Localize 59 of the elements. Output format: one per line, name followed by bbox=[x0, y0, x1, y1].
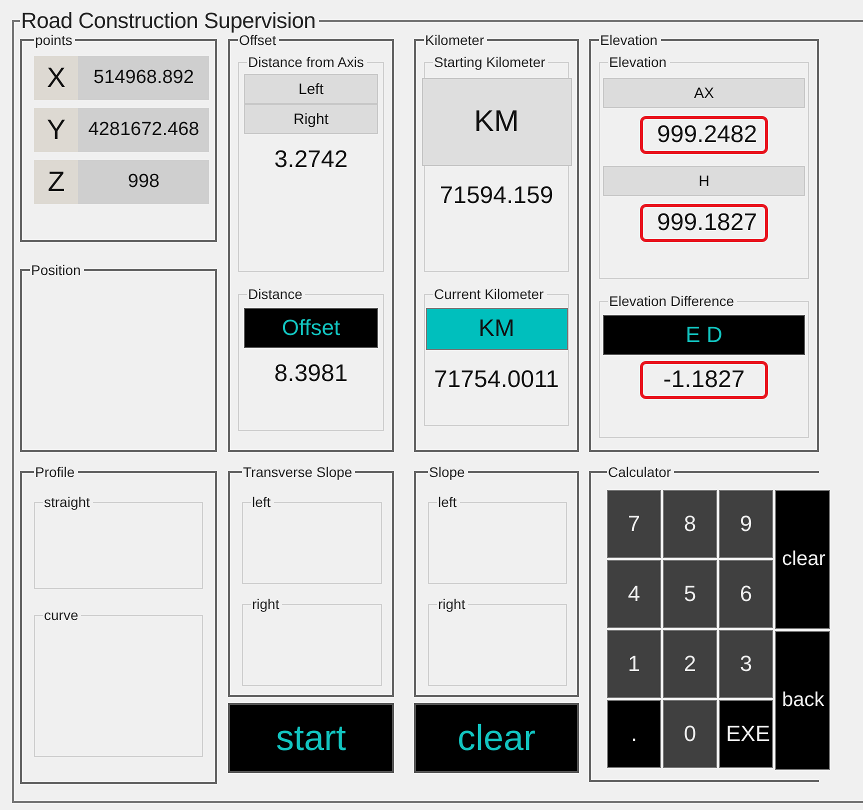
axis-label: X bbox=[34, 56, 78, 100]
group-title: Distance bbox=[247, 286, 304, 302]
group-title: left bbox=[251, 494, 272, 510]
group-title: Elevation bbox=[599, 32, 659, 48]
calculator-key[interactable]: 9 bbox=[719, 490, 773, 558]
group-title: Kilometer bbox=[424, 32, 486, 48]
group-title: Elevation bbox=[608, 54, 668, 70]
offset-button[interactable]: Offset bbox=[244, 308, 378, 348]
coordinate-value: 514968.892 bbox=[78, 56, 209, 100]
calculator-key[interactable]: clear bbox=[775, 490, 830, 629]
group-title: straight bbox=[43, 494, 91, 510]
calculator-key[interactable]: 0 bbox=[663, 700, 717, 768]
calculator-key[interactable]: . bbox=[607, 700, 661, 768]
elevation-button[interactable]: H bbox=[603, 166, 805, 196]
group-title: Transverse Slope bbox=[242, 464, 354, 480]
elevation-value: 999.1827 bbox=[640, 204, 768, 242]
calculator-key[interactable]: 1 bbox=[607, 630, 661, 698]
group-title: Slope bbox=[428, 464, 466, 480]
group-title: right bbox=[251, 596, 280, 612]
calculator-key[interactable]: 4 bbox=[607, 560, 661, 628]
group-title: Distance from Axis bbox=[247, 54, 365, 70]
calculator-key[interactable]: back bbox=[775, 631, 830, 770]
kilometer-value: 71594.159 bbox=[440, 182, 554, 210]
calculator-key[interactable]: 5 bbox=[663, 560, 717, 628]
group-title: Calculator bbox=[607, 464, 672, 480]
group-title: points bbox=[34, 32, 74, 48]
calculator-key[interactable]: EXE bbox=[719, 700, 773, 768]
group-title: curve bbox=[43, 607, 80, 623]
elevation-value: 999.2482 bbox=[640, 116, 768, 154]
group-title: Offset bbox=[239, 32, 276, 48]
calculator-key[interactable]: 2 bbox=[663, 630, 717, 698]
left-button[interactable]: Left bbox=[244, 74, 378, 104]
group-title: Starting Kilometer bbox=[433, 54, 546, 70]
elevation-button[interactable]: AX bbox=[603, 78, 805, 108]
group-title: right bbox=[437, 596, 466, 612]
difference-value: -1.1827 bbox=[640, 361, 768, 399]
group-title: Position bbox=[30, 262, 82, 278]
offset-value: 8.3981 bbox=[274, 360, 348, 388]
km-button[interactable]: KM bbox=[426, 308, 568, 350]
distance-value: 3.2742 bbox=[274, 146, 348, 174]
right-button[interactable]: Right bbox=[244, 104, 378, 134]
axis-label: Z bbox=[34, 160, 78, 204]
clear-button[interactable]: clear bbox=[414, 703, 579, 773]
group-title: Elevation Difference bbox=[608, 293, 736, 309]
ed-button[interactable]: E D bbox=[603, 315, 805, 355]
coordinate-value: 998 bbox=[78, 160, 209, 204]
group-title: Current Kilometer bbox=[433, 286, 545, 302]
group-title: Profile bbox=[34, 464, 76, 480]
calculator-key[interactable]: 3 bbox=[719, 630, 773, 698]
window-title: Road Construction Supervision bbox=[20, 8, 317, 34]
axis-label: Y bbox=[34, 108, 78, 152]
coordinate-value: 4281672.468 bbox=[78, 108, 209, 152]
kilometer-value: 71754.0011 bbox=[434, 366, 559, 394]
km-button[interactable]: KM bbox=[422, 78, 572, 166]
calculator-key[interactable]: 8 bbox=[663, 490, 717, 558]
calculator-key[interactable]: 6 bbox=[719, 560, 773, 628]
calculator-key[interactable]: 7 bbox=[607, 490, 661, 558]
group-title: left bbox=[437, 494, 458, 510]
start-button[interactable]: start bbox=[228, 703, 394, 773]
